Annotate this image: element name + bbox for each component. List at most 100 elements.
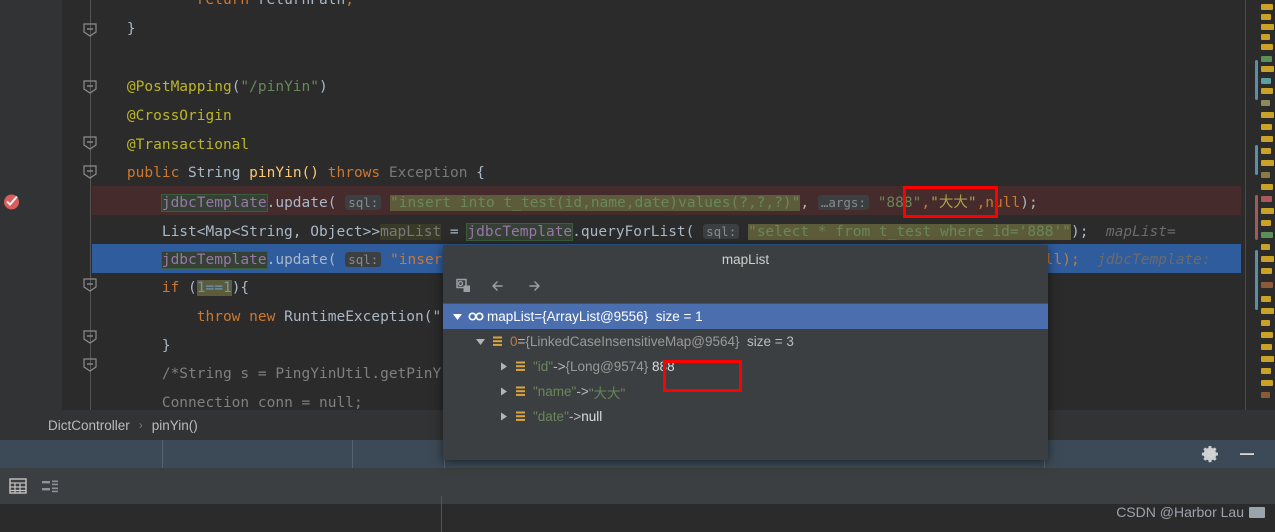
annotation-transactional: @Transactional <box>126 137 250 153</box>
list-view-icon[interactable] <box>40 476 60 496</box>
tab-cell[interactable] <box>163 440 353 468</box>
watermark-badge-icon <box>1249 506 1265 518</box>
minimap-token <box>1261 184 1273 190</box>
kw-if: if <box>161 280 180 296</box>
chevron-down-icon[interactable] <box>451 310 464 323</box>
back-arrow-icon[interactable] <box>489 277 509 299</box>
param-hint-args: …args: <box>817 195 869 210</box>
minimize-icon[interactable] <box>1237 444 1257 468</box>
method-name-pinYin: pinYin() <box>249 165 320 181</box>
minimap-token <box>1261 256 1274 262</box>
toolbar-divider <box>441 496 442 532</box>
kw-null: null <box>319 395 354 411</box>
tab-cell[interactable] <box>1045 440 1275 468</box>
tree-node-type: {ArrayList@9556} <box>542 309 649 324</box>
code-line-return: return returnPath; <box>92 0 354 15</box>
kw-throws: throws <box>327 165 381 181</box>
condition-1eq1: 1==1 <box>196 280 232 296</box>
type-Connection: Connection <box>161 395 250 411</box>
scroll-thumb[interactable] <box>1255 60 1258 100</box>
field-jdbcTemplate: jdbcTemplate <box>160 194 268 212</box>
popup-toolbar[interactable] <box>443 273 1048 304</box>
minimap-token <box>1261 308 1274 314</box>
param-hint-sql: sql: <box>345 195 382 210</box>
minimap-token <box>1261 112 1274 118</box>
code-line-throw: throw new RuntimeException(" <box>92 303 441 332</box>
gutter-fold-column[interactable] <box>62 0 92 440</box>
tree-node-arrow: -> <box>553 359 566 374</box>
tree-node-index: 0 <box>510 334 518 349</box>
breadcrumb-method[interactable]: pinYin() <box>152 418 198 433</box>
minimap-token <box>1261 380 1273 386</box>
tree-node-key: "date" <box>533 409 569 424</box>
editor-minimap[interactable] <box>1241 0 1275 440</box>
minimap-token <box>1261 244 1270 250</box>
tree-node-value: 888 <box>652 359 675 374</box>
annotation-crossorigin: @CrossOrigin <box>126 108 232 124</box>
minimap-token <box>1261 160 1274 166</box>
minimap-token <box>1261 4 1273 10</box>
breakpoint-verified-icon[interactable] <box>3 193 20 210</box>
minimap-token <box>1261 44 1273 50</box>
field-jdbcTemplate: jdbcTemplate <box>160 251 268 269</box>
table-view-icon[interactable] <box>8 476 28 496</box>
tree-row-index-0[interactable]: 0 = {LinkedCaseInsensitiveMap@9564} size… <box>443 329 1048 354</box>
code-line-queryforlist: List<Map<String, Object>>mapList = jdbcT… <box>161 223 1176 241</box>
inspect-icon[interactable] <box>455 277 473 299</box>
call-update: .update( <box>266 252 337 268</box>
arg-888: "888" <box>877 195 922 211</box>
minimap-token <box>1261 100 1270 106</box>
forward-arrow-icon[interactable] <box>525 277 545 299</box>
chevron-right-icon[interactable] <box>497 410 510 423</box>
var-conn: conn <box>257 395 293 411</box>
popup-titlebar[interactable]: mapList <box>443 245 1048 273</box>
tab-cell[interactable] <box>353 440 445 468</box>
minimap-token <box>1261 344 1272 350</box>
scroll-thumb[interactable] <box>1255 250 1258 310</box>
tree-node-key: "name" <box>533 384 577 399</box>
scroll-thumb[interactable] <box>1255 145 1258 175</box>
gear-icon[interactable] <box>1201 444 1221 468</box>
editor-annotation-gutter[interactable] <box>0 0 22 440</box>
tree-row-id[interactable]: "id" -> {Long@9574} 888 <box>443 354 1048 379</box>
tree-node-eq: = <box>534 309 543 324</box>
tree-node-arrow: -> <box>568 409 582 424</box>
debugger-value-popup[interactable]: mapList mapList = {ArrayList@9556} size … <box>443 245 1048 460</box>
chevron-right-icon[interactable] <box>497 385 510 398</box>
code-line-transactional: @Transactional <box>92 131 249 160</box>
minimap-token <box>1261 66 1274 72</box>
tree-node-type: {LinkedCaseInsensitiveMap@9564} <box>525 334 740 349</box>
param-hint-sql: sql: <box>703 224 740 239</box>
editor-icon-gutter[interactable] <box>22 0 62 440</box>
map-entry-icon <box>491 335 504 348</box>
class-RuntimeException: RuntimeException(" <box>284 309 442 325</box>
minimap-token <box>1261 356 1274 362</box>
tree-row-maplist[interactable]: mapList = {ArrayList@9556} size = 1 <box>443 304 1048 329</box>
kw-throw: throw <box>196 309 241 325</box>
tree-row-name[interactable]: "name" -> "大大" <box>443 379 1048 404</box>
chevron-down-icon[interactable] <box>474 335 487 348</box>
minimap-token <box>1261 296 1271 302</box>
code-line-crossorigin: @CrossOrigin <box>92 102 232 131</box>
tree-node-size: size = 3 <box>747 334 794 349</box>
minimap-token <box>1261 368 1271 374</box>
sql-insert-short: "insert <box>390 252 452 268</box>
chevron-right-icon[interactable] <box>497 360 510 373</box>
bottom-toolbar[interactable]: CSDN @Harbor Lau <box>0 468 1275 532</box>
breadcrumb-class[interactable]: DictController <box>48 418 130 433</box>
debugger-variables-tree[interactable]: mapList = {ArrayList@9556} size = 1 0 = … <box>443 304 1048 460</box>
minimap-token <box>1261 232 1273 238</box>
minimap-token <box>1261 208 1274 214</box>
map-entry-icon <box>514 360 527 373</box>
tree-node-eq: = <box>517 334 526 349</box>
minimap-token <box>1261 56 1272 62</box>
annotation-path-value: "/pinYin" <box>240 79 319 95</box>
kw-new: new <box>249 309 276 325</box>
error-marker[interactable] <box>1255 195 1258 240</box>
tree-row-date[interactable]: "date" -> null <box>443 404 1048 429</box>
breadcrumb-separator-icon: › <box>138 418 143 432</box>
tab-cell[interactable] <box>0 440 163 468</box>
sql-select-string: "select * from t_test where id='888'" <box>747 224 1071 240</box>
map-entry-icon <box>514 385 527 398</box>
minimap-token <box>1261 78 1271 84</box>
